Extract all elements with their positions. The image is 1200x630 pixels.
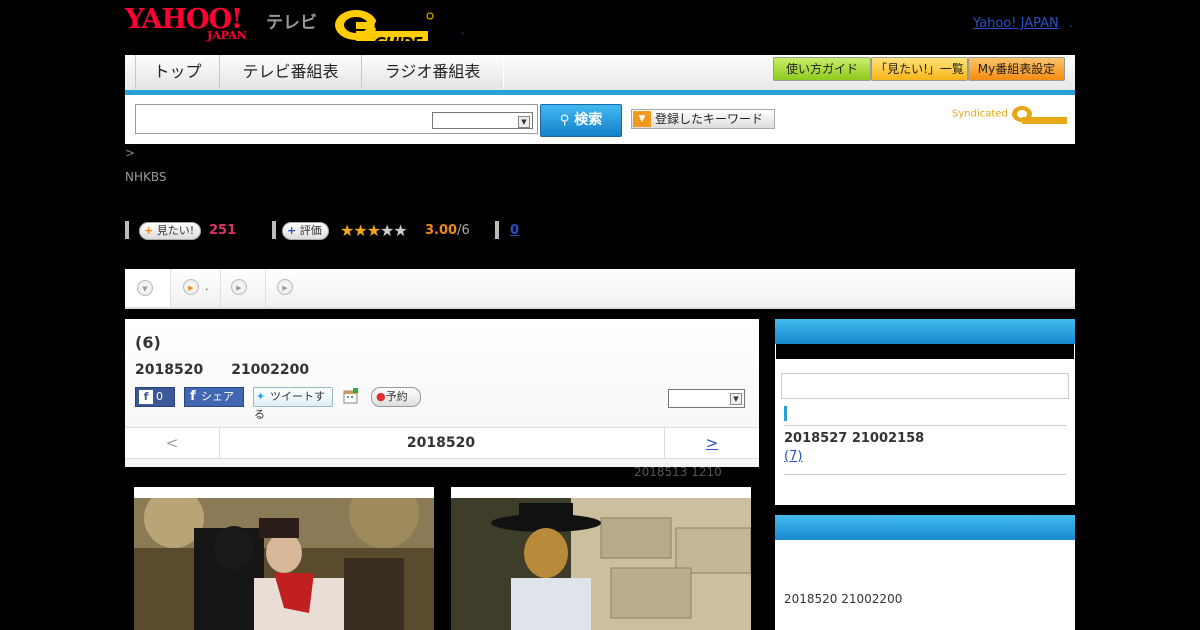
next-airing-datetime: 2018527 21002158 bbox=[784, 431, 925, 446]
star-empty-icon: ★★ bbox=[380, 221, 408, 240]
yahoo-japan-link[interactable]: Yahoo! JAPAN bbox=[973, 16, 1059, 31]
chevron-down-icon: ▼ bbox=[137, 280, 153, 296]
chevron-down-icon: ▼ bbox=[730, 393, 742, 405]
subtab-0[interactable]: ▼ bbox=[125, 269, 171, 307]
how-to-guide-button[interactable]: 使い方ガイド bbox=[773, 57, 871, 81]
search-bar: ▼ ⚲ 検索 ▼ 登録したキーワード Syndicated bbox=[125, 95, 1075, 144]
program-panel: (6) 2018520 21002200 f0 f シェア ✦ ツイートする ●予約… bbox=[125, 319, 759, 467]
logo-japan-text: JAPAN bbox=[207, 29, 247, 42]
registered-keywords-label: 登録したキーワード bbox=[655, 112, 764, 126]
search-button-label: 検索 bbox=[574, 112, 603, 128]
my-guide-settings-button[interactable]: My番組表設定 bbox=[968, 57, 1065, 81]
subtab-1-label: . bbox=[205, 280, 209, 293]
syndicated-gguide-logo: Syndicated bbox=[952, 103, 1067, 125]
rate-button[interactable]: + 評価 bbox=[282, 222, 329, 240]
rating-stars: ★★★★★ bbox=[340, 221, 408, 240]
program-photo-2[interactable] bbox=[451, 487, 751, 630]
sidebar-search-input[interactable] bbox=[781, 373, 1069, 399]
main-nav: トップ テレビ番組表 ラジオ番組表 使い方ガイド 「見たい!」一覧 My番組表設… bbox=[125, 55, 1075, 90]
divider bbox=[272, 221, 276, 239]
tweet-button[interactable]: ✦ ツイートする bbox=[253, 387, 333, 421]
yahoo-japan-logo[interactable]: YAHOO! JAPAN bbox=[125, 6, 262, 42]
star-filled-icon: ★★★ bbox=[340, 221, 381, 240]
plus-icon: + bbox=[144, 224, 154, 237]
tv-label: テレビ bbox=[266, 13, 317, 33]
section-marker bbox=[784, 406, 787, 421]
channel-name: NHKBS bbox=[125, 170, 167, 184]
rating-number: 3.00 bbox=[425, 223, 458, 238]
plus-icon: + bbox=[287, 224, 297, 237]
previous-date-button[interactable]: < bbox=[125, 428, 220, 458]
tab-radio-guide[interactable]: ラジオ番組表 bbox=[361, 55, 504, 89]
header-separator: . bbox=[461, 24, 465, 37]
header-link-dot: . bbox=[1069, 16, 1073, 30]
gguide-logo[interactable]: G GUIDE bbox=[334, 6, 434, 52]
twitter-bird-icon: ✦ bbox=[256, 390, 266, 403]
rating-denominator: /6 bbox=[457, 223, 470, 238]
sidebar-box-header bbox=[775, 515, 1075, 540]
mitai-label: 見たい! bbox=[156, 224, 195, 237]
facebook-share-label: シェア bbox=[201, 390, 234, 403]
divider bbox=[784, 425, 1066, 426]
facebook-icon: f bbox=[190, 389, 196, 404]
program-photo-1[interactable] bbox=[134, 487, 434, 630]
breadcrumb[interactable]: > bbox=[125, 146, 135, 160]
search-category-select[interactable]: ▼ bbox=[432, 112, 533, 129]
mitai-button[interactable]: + 見たい! bbox=[139, 222, 202, 240]
search-icon: ⚲ bbox=[559, 113, 570, 128]
scene-image-2 bbox=[451, 498, 751, 630]
mitai-count: 251 bbox=[209, 223, 237, 238]
previous-airing-note: 2018513 1210 bbox=[634, 465, 722, 479]
program-title: (6) bbox=[135, 333, 161, 352]
sidebar-box-header bbox=[775, 319, 1075, 344]
program-airdate: 2018520 21002200 bbox=[135, 362, 310, 378]
sub-tabs: ▼ ▶ . ▶ ▶ bbox=[125, 269, 1075, 309]
current-date: 2018520 bbox=[406, 435, 476, 451]
record-dot-icon: ● bbox=[376, 390, 386, 403]
divider bbox=[495, 221, 499, 239]
reserve-label: 予約 bbox=[385, 390, 408, 403]
play-icon: ▶ bbox=[277, 279, 293, 295]
subtab-3[interactable]: ▶ bbox=[266, 269, 310, 307]
facebook-icon: f bbox=[139, 390, 153, 404]
subtab-2[interactable]: ▶ bbox=[221, 269, 266, 307]
share-options-select[interactable]: ▼ bbox=[668, 389, 745, 408]
play-icon: ▶ bbox=[183, 279, 199, 295]
triangle-down-icon: ▼ bbox=[633, 111, 651, 127]
airing-datetime: 2018520 21002200 bbox=[784, 592, 903, 606]
gguide-logo-text: G GUIDE bbox=[374, 16, 423, 52]
play-icon: ▶ bbox=[231, 279, 247, 295]
mitai-list-button[interactable]: 「見たい!」一覧 bbox=[871, 57, 968, 81]
sidebar-box-subheader bbox=[776, 344, 1074, 359]
registered-keywords-button[interactable]: ▼ 登録したキーワード bbox=[631, 109, 775, 129]
facebook-like-button[interactable]: f0 bbox=[135, 387, 175, 407]
facebook-like-count: 0 bbox=[156, 390, 163, 403]
chevron-down-icon: ▼ bbox=[518, 116, 530, 128]
facebook-share-button[interactable]: f シェア bbox=[184, 387, 244, 407]
rating-value: 3.00/6 bbox=[425, 223, 470, 238]
review-count-link[interactable]: 0 bbox=[510, 223, 519, 238]
reserve-button[interactable]: ●予約 bbox=[371, 387, 421, 407]
next-episode-link[interactable]: (7) bbox=[784, 449, 802, 464]
calendar-add-icon[interactable] bbox=[343, 387, 359, 405]
divider bbox=[784, 474, 1066, 475]
search-button[interactable]: ⚲ 検索 bbox=[540, 104, 622, 137]
tab-top[interactable]: トップ bbox=[135, 55, 220, 89]
next-date-button[interactable]: > bbox=[664, 428, 759, 458]
tab-tv-guide[interactable]: テレビ番組表 bbox=[219, 55, 362, 89]
divider bbox=[125, 221, 129, 239]
syndicated-text: Syndicated bbox=[952, 108, 1008, 120]
gguide-small-logo-icon bbox=[1012, 106, 1067, 124]
subtab-1[interactable]: ▶ . bbox=[171, 269, 221, 307]
sidebar-box-airing: 2018520 21002200 bbox=[775, 515, 1075, 630]
scene-image-1 bbox=[134, 498, 434, 630]
sidebar-box-next-airing: 2018527 21002158 (7) bbox=[775, 319, 1075, 505]
rating-label: 評価 bbox=[299, 224, 322, 237]
date-navigation: < 2018520 > bbox=[125, 427, 759, 459]
